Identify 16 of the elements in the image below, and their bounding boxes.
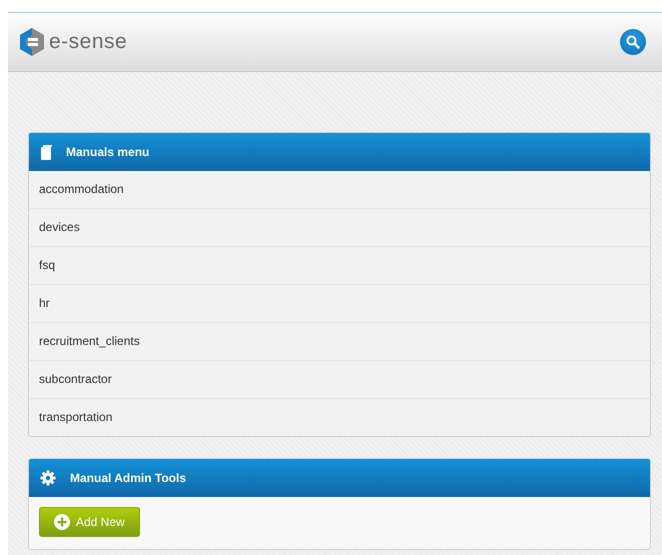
panel-title: Manuals menu: [66, 145, 150, 159]
manual-link[interactable]: recruitment_clients: [29, 322, 650, 360]
hexagon-logo-icon: [19, 27, 45, 57]
manual-link[interactable]: subcontractor: [29, 360, 650, 398]
search-button[interactable]: [620, 29, 646, 55]
plus-icon: [54, 514, 70, 530]
book-icon: [40, 144, 52, 160]
manual-link[interactable]: accommodation: [29, 171, 650, 208]
manual-link[interactable]: devices: [29, 208, 650, 246]
manual-link[interactable]: transportation: [29, 398, 650, 436]
panel-title: Manual Admin Tools: [70, 471, 186, 485]
search-icon: [626, 35, 640, 49]
gear-icon: [40, 470, 56, 486]
manual-link[interactable]: fsq: [29, 246, 650, 284]
logo-text: e-sense: [49, 30, 128, 54]
manual-link[interactable]: hr: [29, 284, 650, 322]
